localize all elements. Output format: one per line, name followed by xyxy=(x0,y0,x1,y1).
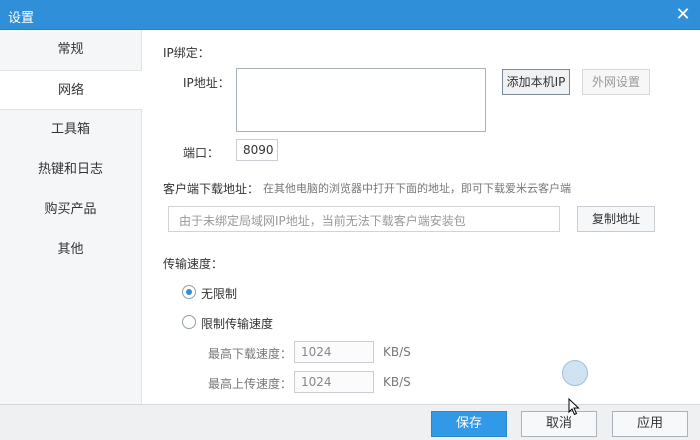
sidebar-item-buy-product[interactable]: 购买产品 xyxy=(0,190,141,230)
dialog-footer: 保存 取消 应用 xyxy=(0,404,700,440)
limit-speed-label[interactable]: 限制传输速度 xyxy=(201,315,273,332)
max-upload-unit: KB/S xyxy=(383,375,411,389)
sidebar-item-hotkeys-logs[interactable]: 热键和日志 xyxy=(0,150,141,190)
cancel-button[interactable]: 取消 xyxy=(521,411,597,437)
sidebar-item-toolbox[interactable]: 工具箱 xyxy=(0,110,141,150)
mouse-cursor-icon xyxy=(568,398,580,416)
max-download-field[interactable]: 1024 xyxy=(294,341,374,363)
external-settings-button[interactable]: 外网设置 xyxy=(582,69,650,95)
sidebar-item-other[interactable]: 其他 xyxy=(0,230,141,270)
max-upload-field[interactable]: 1024 xyxy=(294,371,374,393)
limit-speed-radio[interactable] xyxy=(182,315,196,329)
transfer-speed-title: 传输速度： xyxy=(163,257,224,271)
watermark-mascot-icon xyxy=(562,360,588,386)
ip-address-field[interactable] xyxy=(236,68,486,132)
ip-address-label: IP地址： xyxy=(183,76,230,90)
client-download-url-field[interactable]: 由于未绑定局域网IP地址，当前无法下载客户端安装包 xyxy=(168,206,560,232)
copy-address-button[interactable]: 复制地址 xyxy=(577,206,655,232)
ip-binding-title: IP绑定： xyxy=(163,46,210,60)
add-local-ip-button[interactable]: 添加本机IP xyxy=(502,69,570,95)
unlimited-speed-label[interactable]: 无限制 xyxy=(201,285,237,302)
unlimited-speed-radio[interactable] xyxy=(182,285,196,299)
window-title: 设置 xyxy=(8,11,35,26)
sidebar-item-general[interactable]: 常规 xyxy=(0,30,141,70)
client-download-title: 客户端下载地址： xyxy=(163,182,260,196)
client-download-hint: 在其他电脑的浏览器中打开下面的地址，即可下载爱米云客户端 xyxy=(263,182,571,195)
settings-sidebar: 常规 网络 工具箱 热键和日志 购买产品 其他 xyxy=(0,30,142,404)
close-icon[interactable]: ✕ xyxy=(670,2,696,28)
apply-button[interactable]: 应用 xyxy=(612,411,688,437)
sidebar-item-network[interactable]: 网络 xyxy=(0,70,142,110)
max-download-label: 最高下载速度： xyxy=(208,347,293,361)
port-label: 端口： xyxy=(183,146,220,160)
max-upload-label: 最高上传速度： xyxy=(208,377,293,391)
save-button[interactable]: 保存 xyxy=(431,411,507,437)
max-download-unit: KB/S xyxy=(383,345,411,359)
port-field[interactable]: 8090 xyxy=(236,139,278,161)
network-settings-panel: IP绑定： IP地址： 添加本机IP 外网设置 端口： 8090 客户端下载地址… xyxy=(143,30,700,404)
title-bar: 设置 ✕ xyxy=(0,0,700,30)
